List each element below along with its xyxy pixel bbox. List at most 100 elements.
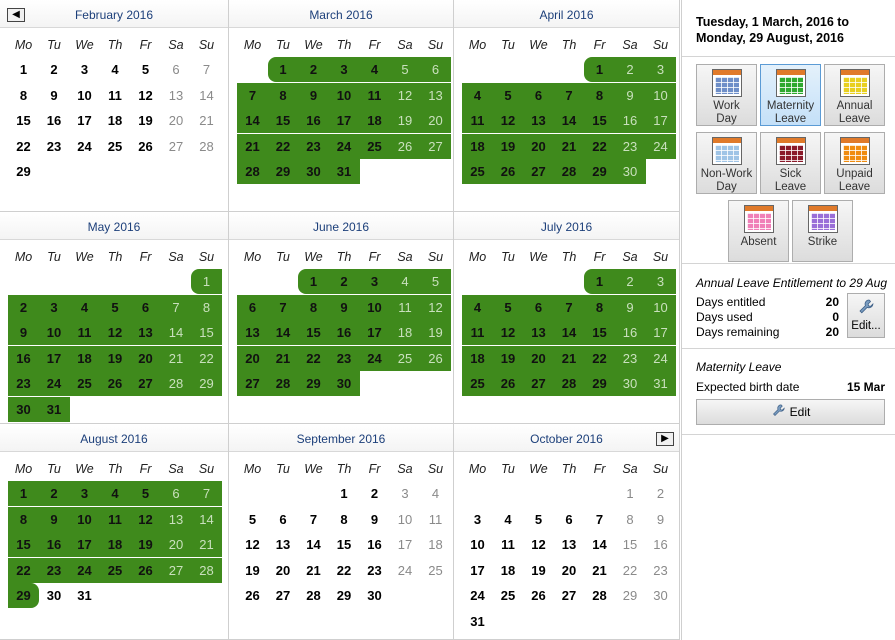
calendar-day[interactable]: 28: [237, 159, 268, 184]
calendar-day[interactable]: 13: [237, 320, 268, 345]
calendar-day[interactable]: 23: [328, 345, 360, 371]
calendar-day[interactable]: 17: [645, 320, 676, 345]
calendar-day[interactable]: 7: [191, 481, 222, 506]
calendar-day[interactable]: 29: [298, 371, 329, 396]
calendar-day[interactable]: 10: [462, 532, 493, 557]
calendar-day[interactable]: 2: [328, 269, 360, 294]
calendar-day[interactable]: 18: [100, 108, 131, 133]
calendar-day[interactable]: 31: [69, 583, 100, 608]
calendar-day[interactable]: 21: [160, 345, 192, 371]
calendar-day[interactable]: 11: [359, 82, 390, 108]
calendar-day[interactable]: 21: [584, 558, 615, 583]
calendar-day[interactable]: 5: [492, 294, 524, 320]
calendar-day[interactable]: 23: [298, 133, 329, 159]
calendar-day[interactable]: 7: [267, 294, 299, 320]
calendar-day[interactable]: 25: [100, 134, 131, 159]
calendar-day[interactable]: 13: [554, 532, 585, 557]
calendar-day[interactable]: 2: [614, 57, 646, 82]
calendar-day[interactable]: 15: [298, 320, 329, 345]
calendar-day[interactable]: 11: [462, 320, 493, 345]
calendar-day[interactable]: 13: [161, 83, 192, 108]
calendar-day[interactable]: 11: [389, 294, 421, 320]
calendar-day[interactable]: 18: [493, 558, 524, 583]
calendar-day[interactable]: 11: [100, 83, 131, 108]
calendar-day[interactable]: 27: [554, 583, 585, 608]
calendar-day[interactable]: 18: [462, 345, 493, 371]
calendar-day[interactable]: 21: [553, 133, 585, 159]
calendar-day[interactable]: 27: [130, 371, 161, 396]
calendar-day[interactable]: 3: [359, 269, 390, 294]
calendar-day[interactable]: 23: [359, 558, 390, 583]
calendar-day[interactable]: 27: [420, 133, 451, 159]
calendar-day[interactable]: 18: [420, 532, 451, 557]
calendar-day[interactable]: 26: [237, 583, 268, 608]
calendar-day[interactable]: 1: [267, 57, 299, 82]
calendar-day[interactable]: 15: [8, 108, 39, 133]
calendar-day[interactable]: 24: [38, 371, 70, 396]
calendar-day[interactable]: 6: [160, 481, 192, 506]
calendar-day[interactable]: 26: [420, 345, 451, 371]
calendar-day[interactable]: 12: [420, 294, 451, 320]
calendar-day[interactable]: 18: [359, 108, 390, 133]
calendar-day[interactable]: 16: [38, 532, 70, 557]
calendar-day[interactable]: 8: [329, 507, 360, 532]
calendar-day[interactable]: 16: [359, 532, 390, 557]
calendar-day[interactable]: 12: [492, 108, 524, 133]
calendar-day[interactable]: 26: [130, 557, 161, 583]
calendar-day[interactable]: 20: [523, 133, 554, 159]
calendar-day[interactable]: 25: [389, 345, 421, 371]
calendar-day[interactable]: 30: [39, 583, 70, 608]
calendar-day[interactable]: 15: [191, 320, 222, 345]
calendar-day[interactable]: 23: [614, 345, 646, 371]
calendar-day[interactable]: 27: [523, 371, 554, 396]
calendar-day[interactable]: 14: [191, 506, 222, 532]
calendar-day[interactable]: 9: [359, 507, 390, 532]
calendar-day[interactable]: 9: [38, 506, 70, 532]
calendar-day[interactable]: 24: [359, 345, 390, 371]
calendar-day[interactable]: 6: [420, 57, 451, 82]
calendar-day[interactable]: 9: [328, 294, 360, 320]
calendar-day[interactable]: 16: [8, 345, 39, 371]
calendar-day[interactable]: 4: [99, 481, 131, 506]
calendar-day[interactable]: 4: [389, 269, 421, 294]
calendar-day[interactable]: 21: [237, 133, 268, 159]
calendar-day[interactable]: 28: [160, 371, 192, 396]
calendar-day[interactable]: 28: [191, 134, 222, 159]
calendar-day[interactable]: 7: [553, 294, 585, 320]
calendar-day[interactable]: 3: [462, 507, 493, 532]
leave-type-button[interactable]: Unpaid Leave: [824, 132, 885, 194]
calendar-day[interactable]: 5: [389, 57, 421, 82]
calendar-day[interactable]: 3: [38, 294, 70, 320]
calendar-day[interactable]: 8: [267, 82, 299, 108]
calendar-day[interactable]: 22: [329, 558, 360, 583]
calendar-day[interactable]: 25: [420, 558, 451, 583]
calendar-day[interactable]: 26: [389, 133, 421, 159]
calendar-day[interactable]: 1: [191, 269, 222, 294]
calendar-day[interactable]: 8: [8, 83, 39, 108]
calendar-day[interactable]: 1: [615, 481, 646, 506]
leave-type-button[interactable]: Work Day: [696, 64, 757, 126]
calendar-day[interactable]: 19: [99, 345, 131, 371]
calendar-day[interactable]: 2: [614, 269, 646, 294]
calendar-day[interactable]: 10: [645, 82, 676, 108]
calendar-day[interactable]: 22: [8, 134, 39, 159]
calendar-day[interactable]: 28: [584, 583, 615, 608]
next-month-button[interactable]: ▶: [656, 432, 674, 446]
calendar-day[interactable]: 13: [420, 82, 451, 108]
calendar-day[interactable]: 30: [298, 159, 329, 184]
calendar-day[interactable]: 7: [553, 82, 585, 108]
calendar-day[interactable]: 10: [390, 507, 421, 532]
calendar-day[interactable]: 20: [161, 108, 192, 133]
edit-maternity-leave-button[interactable]: Edit: [696, 399, 885, 425]
calendar-day[interactable]: 19: [130, 532, 161, 557]
calendar-day[interactable]: 17: [69, 108, 100, 133]
calendar-day[interactable]: 3: [328, 57, 360, 82]
calendar-day[interactable]: 31: [328, 159, 360, 184]
calendar-day[interactable]: 9: [645, 507, 676, 532]
calendar-day[interactable]: 25: [462, 371, 493, 396]
calendar-day[interactable]: 20: [268, 558, 299, 583]
calendar-day[interactable]: 30: [359, 583, 390, 608]
calendar-day[interactable]: 10: [38, 320, 70, 345]
calendar-day[interactable]: 15: [615, 532, 646, 557]
calendar-day[interactable]: 14: [298, 532, 329, 557]
